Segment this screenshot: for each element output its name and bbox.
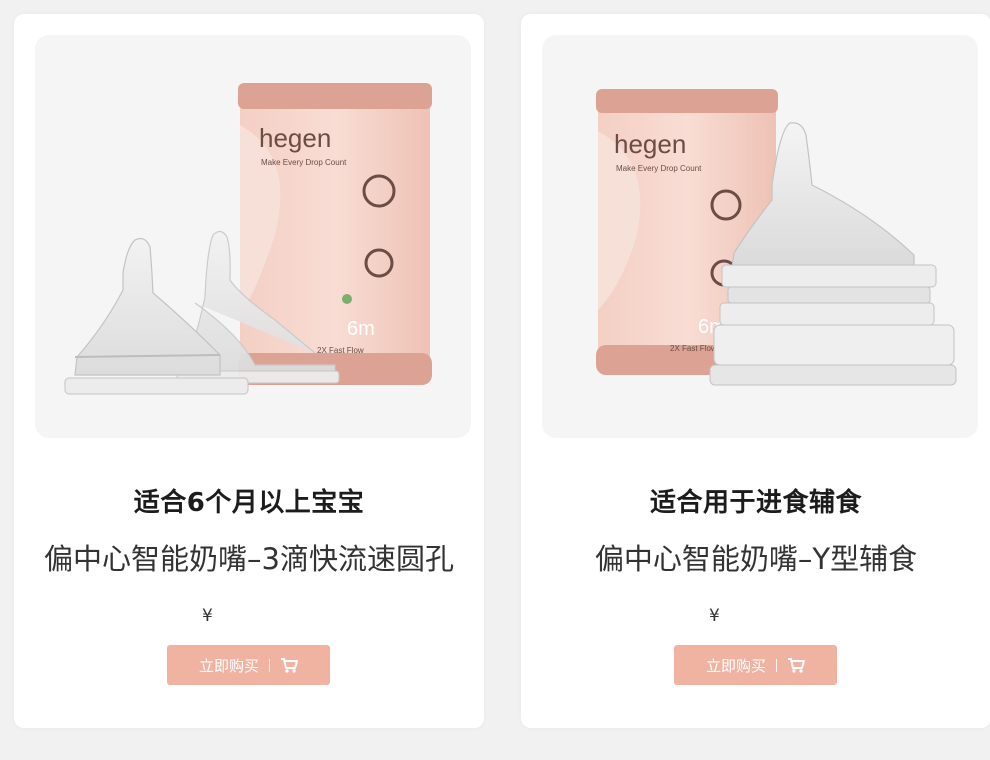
button-divider <box>269 658 270 672</box>
cart-icon <box>280 657 298 673</box>
pack-text: 2X Fast Flow <box>670 344 717 353</box>
product-photo: hegen Make Every Drop Count 6m 2X Fast F… <box>64 83 432 395</box>
buy-now-label: 立即购买 <box>705 656 766 675</box>
brand-text: hegen <box>259 123 331 153</box>
buy-now-label: 立即购买 <box>198 656 259 675</box>
product-card[interactable]: hegen Make Every Drop Count 6m 2X Fast F… <box>14 14 484 728</box>
price-label: ¥ <box>709 606 720 626</box>
button-divider <box>776 658 777 672</box>
pack-text: 2X Fast Flow <box>317 346 364 355</box>
buy-now-button[interactable]: 立即购买 <box>674 645 837 685</box>
product-subtitle: 偏中心智能奶嘴–Y型辅食 <box>594 542 918 576</box>
product-title: 适合用于进食辅食 <box>649 488 862 518</box>
product-title: 适合6个月以上宝宝 <box>133 488 365 518</box>
product-image[interactable]: hegen Make Every Drop Count 6m 2X Fast F… <box>542 35 978 438</box>
tagline-text: Make Every Drop Count <box>261 158 347 167</box>
product-card[interactable]: hegen Make Every Drop Count 6m 2X Fast F… <box>521 14 990 728</box>
tagline-text: Make Every Drop Count <box>616 164 702 173</box>
product-subtitle: 偏中心智能奶嘴–3滴快流速圆孔 <box>44 542 454 576</box>
price-label: ¥ <box>202 606 213 626</box>
product-photo: hegen Make Every Drop Count 6m 2X Fast F… <box>596 89 957 386</box>
cart-icon <box>787 657 805 673</box>
product-image[interactable]: hegen Make Every Drop Count 6m 2X Fast F… <box>35 35 471 438</box>
buy-now-button[interactable]: 立即购买 <box>167 645 330 685</box>
brand-text: hegen <box>614 129 686 159</box>
age-mark: 6m <box>347 318 375 340</box>
